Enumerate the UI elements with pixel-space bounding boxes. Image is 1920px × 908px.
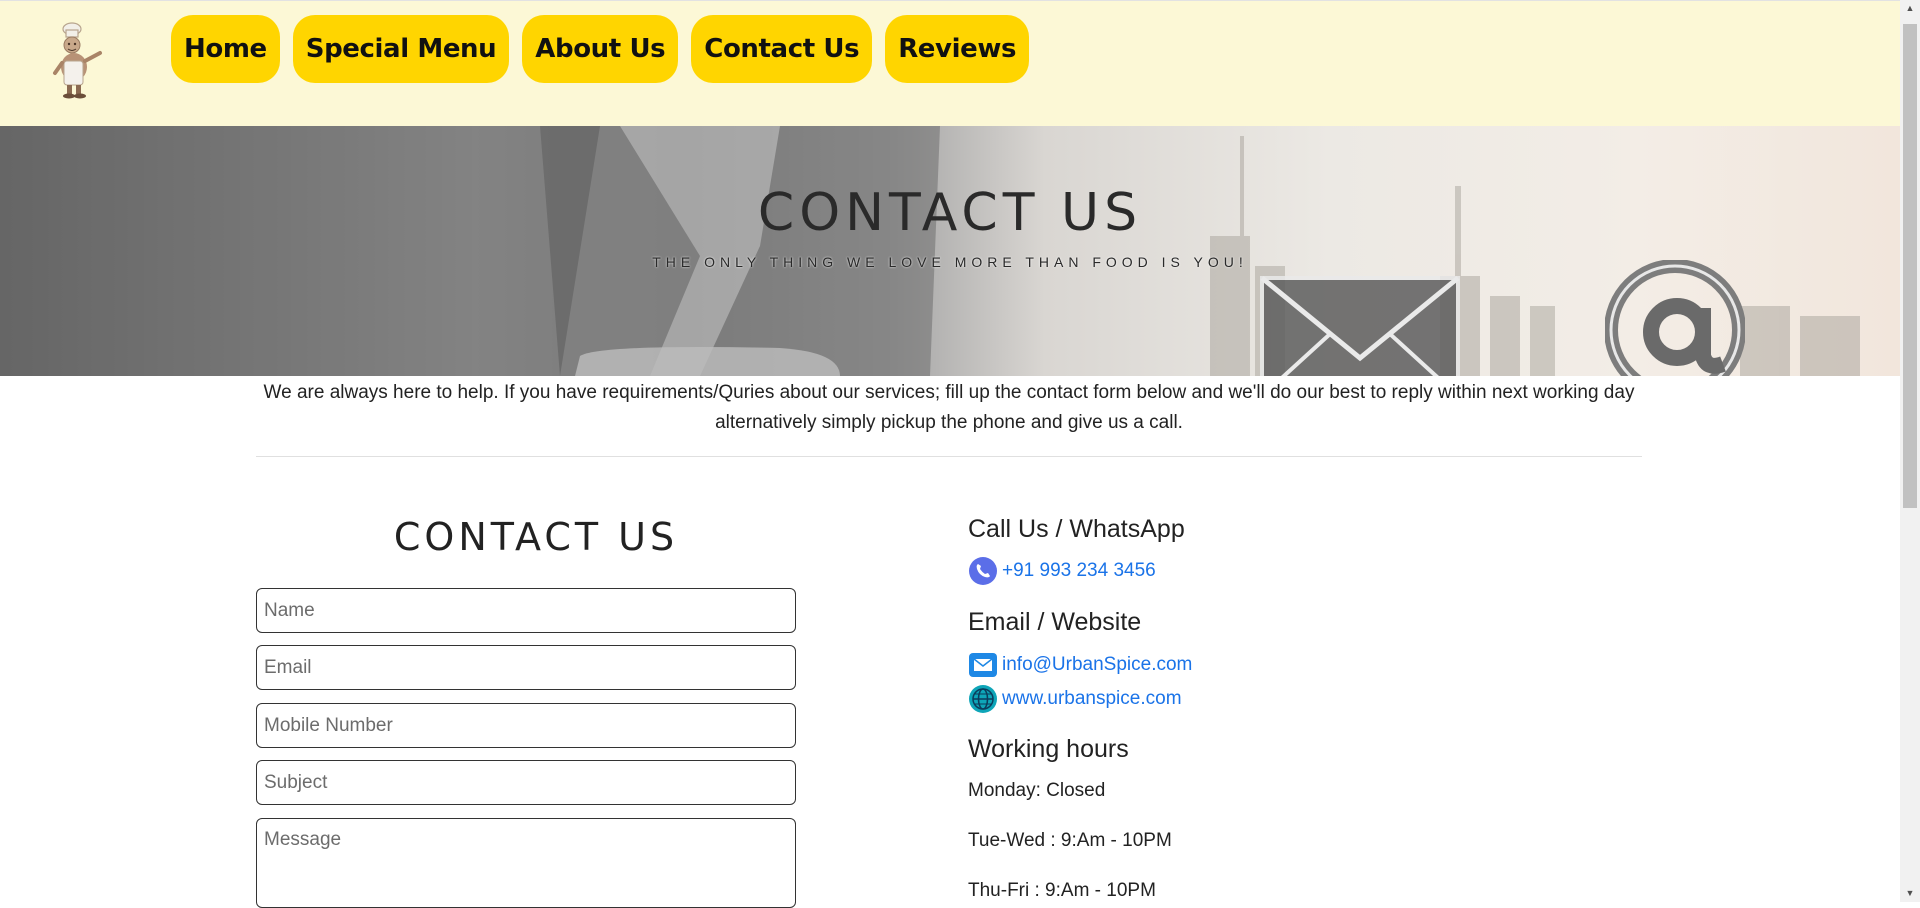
- scroll-down-arrow-icon[interactable]: ▼: [1900, 885, 1920, 902]
- phone-number: +91 993 234 3456: [1002, 560, 1156, 581]
- name-input[interactable]: [256, 588, 796, 633]
- hours-heading: Working hours: [968, 735, 1129, 763]
- at-sign-icon: [1605, 260, 1745, 376]
- nav-contact-us[interactable]: Contact Us: [691, 15, 873, 83]
- nav-about-us[interactable]: About Us: [522, 15, 679, 83]
- email-address: info@UrbanSpice.com: [1002, 654, 1193, 675]
- nav-special-menu[interactable]: Special Menu: [292, 15, 510, 83]
- chef-logo[interactable]: [52, 21, 110, 99]
- form-title: CONTACT US: [393, 515, 679, 559]
- hours-tue-wed: Tue-Wed : 9:Am - 10PM: [968, 830, 1172, 851]
- hours-thu-fri: Thu-Fri : 9:Am - 10PM: [968, 880, 1156, 901]
- nav-reviews[interactable]: Reviews: [885, 15, 1030, 83]
- hero-subtitle: THE ONLY THING WE LOVE MORE THAN FOOD IS…: [652, 254, 1248, 270]
- envelope-icon: [1260, 276, 1460, 376]
- divider: [256, 456, 1642, 457]
- message-textarea[interactable]: [256, 818, 796, 908]
- phone-link[interactable]: +91 993 234 3456: [968, 556, 1156, 586]
- website-url: www.urbanspice.com: [1002, 688, 1182, 709]
- mail-icon: [969, 653, 997, 677]
- globe-icon: [969, 685, 997, 713]
- subject-input[interactable]: [256, 760, 796, 805]
- email-link[interactable]: info@UrbanSpice.com: [968, 650, 1192, 680]
- email-input[interactable]: [256, 645, 796, 690]
- scroll-up-arrow-icon[interactable]: ▲: [1900, 0, 1920, 17]
- mobile-input[interactable]: [256, 703, 796, 748]
- hero-title: CONTACT US: [757, 183, 1143, 243]
- main-nav: Home Special Menu About Us Contact Us Re…: [171, 15, 1030, 83]
- intro-text: We are always here to help. If you have …: [263, 382, 1635, 433]
- nav-home[interactable]: Home: [171, 15, 280, 83]
- call-heading: Call Us / WhatsApp: [968, 515, 1185, 543]
- phone-icon: [969, 557, 997, 585]
- hours-monday: Monday: Closed: [968, 780, 1106, 801]
- website-link[interactable]: www.urbanspice.com: [968, 684, 1182, 714]
- email-heading: Email / Website: [968, 608, 1142, 636]
- site-header: Home Special Menu About Us Contact Us Re…: [0, 0, 1900, 126]
- scroll-thumb[interactable]: [1903, 24, 1917, 508]
- page-scrollbar[interactable]: ▲ ▼: [1900, 0, 1920, 902]
- hero-banner: CONTACT US THE ONLY THING WE LOVE MORE T…: [0, 126, 1900, 376]
